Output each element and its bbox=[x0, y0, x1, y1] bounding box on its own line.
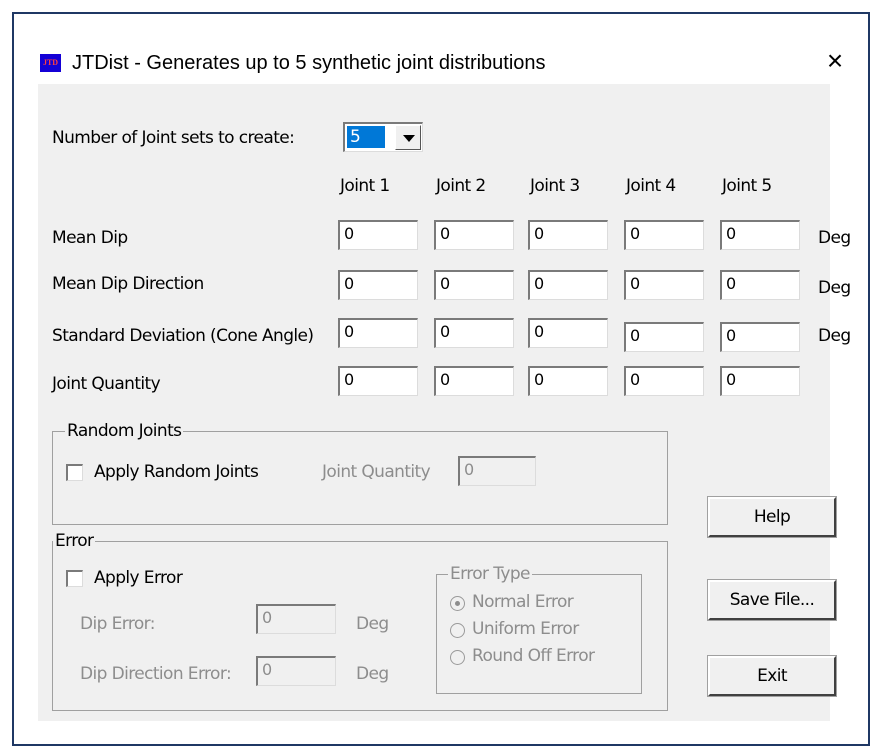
joint-sets-label: Number of Joint sets to create: bbox=[52, 128, 295, 148]
mean-dip-unit: Deg bbox=[818, 228, 851, 248]
mean-dip-label: Mean Dip bbox=[52, 228, 128, 248]
exit-button[interactable]: Exit bbox=[707, 655, 837, 697]
joint-sets-selected-value: 5 bbox=[347, 126, 385, 148]
joint-sets-select[interactable]: 5 bbox=[343, 122, 423, 152]
std-deviation-label: Standard Deviation (Cone Angle) bbox=[52, 326, 314, 346]
dip-direction-error-label: Dip Direction Error: bbox=[80, 664, 232, 684]
mean-dip-direction-joint-5-field[interactable]: 0 bbox=[720, 270, 800, 300]
mean-dip-joint-2-field[interactable]: 0 bbox=[434, 220, 514, 250]
mean-dip-direction-label: Mean Dip Direction bbox=[52, 274, 204, 294]
mean-dip-direction-joint-2-field[interactable]: 0 bbox=[434, 270, 514, 300]
close-button[interactable]: × bbox=[820, 46, 850, 76]
mean-dip-joint-1-field[interactable]: 0 bbox=[338, 220, 418, 250]
chevron-down-icon[interactable] bbox=[395, 125, 421, 150]
mean-dip-joint-4-field[interactable]: 0 bbox=[624, 220, 704, 250]
std-deviation-unit: Deg bbox=[818, 326, 851, 346]
mean-dip-direction-unit: Deg bbox=[818, 278, 851, 298]
random-joint-quantity-label: Joint Quantity bbox=[322, 462, 431, 482]
column-header-joint-3: Joint 3 bbox=[530, 176, 580, 196]
round-off-error-radio[interactable] bbox=[450, 650, 465, 665]
std-deviation-joint-2-field[interactable]: 0 bbox=[434, 318, 514, 348]
save-file-button[interactable]: Save File... bbox=[707, 579, 837, 621]
column-header-joint-2: Joint 2 bbox=[436, 176, 486, 196]
dialog-body: Number of Joint sets to create: 5 Joint … bbox=[38, 84, 851, 721]
column-header-joint-1: Joint 1 bbox=[340, 176, 390, 196]
error-group-title: Error bbox=[53, 531, 96, 551]
dip-error-field[interactable]: 0 bbox=[256, 604, 336, 634]
apply-error-label[interactable]: Apply Error bbox=[94, 568, 183, 588]
mean-dip-direction-joint-3-field[interactable]: 0 bbox=[528, 270, 608, 300]
help-button[interactable]: Help bbox=[707, 496, 837, 538]
dip-direction-error-unit: Deg bbox=[356, 664, 389, 684]
std-deviation-joint-5-field[interactable]: 0 bbox=[720, 322, 800, 352]
window-title: JTDist - Generates up to 5 synthetic joi… bbox=[72, 52, 546, 74]
dip-error-label: Dip Error: bbox=[80, 614, 155, 634]
dip-direction-error-field[interactable]: 0 bbox=[256, 656, 336, 686]
apply-random-joints-checkbox[interactable] bbox=[66, 464, 83, 481]
uniform-error-radio[interactable] bbox=[450, 623, 465, 638]
joint-quantity-label: Joint Quantity bbox=[52, 374, 161, 394]
jtdist-dialog: JTD JTDist - Generates up to 5 synthetic… bbox=[12, 12, 870, 746]
apply-random-joints-label[interactable]: Apply Random Joints bbox=[94, 462, 259, 482]
joint-quantity-joint-3-field[interactable]: 0 bbox=[528, 366, 608, 396]
error-type-group-title: Error Type bbox=[448, 564, 532, 584]
joint-quantity-joint-4-field[interactable]: 0 bbox=[624, 366, 704, 396]
column-header-joint-5: Joint 5 bbox=[722, 176, 772, 196]
mean-dip-direction-joint-4-field[interactable]: 0 bbox=[624, 270, 704, 300]
mean-dip-direction-joint-1-field[interactable]: 0 bbox=[338, 270, 418, 300]
mean-dip-joint-5-field[interactable]: 0 bbox=[720, 220, 800, 250]
normal-error-label[interactable]: Normal Error bbox=[472, 592, 574, 612]
mean-dip-joint-3-field[interactable]: 0 bbox=[528, 220, 608, 250]
apply-error-checkbox[interactable] bbox=[66, 570, 83, 587]
title-bar: JTD JTDist - Generates up to 5 synthetic… bbox=[14, 14, 868, 82]
uniform-error-label[interactable]: Uniform Error bbox=[472, 619, 579, 639]
std-deviation-joint-4-field[interactable]: 0 bbox=[624, 322, 704, 352]
joint-quantity-joint-2-field[interactable]: 0 bbox=[434, 366, 514, 396]
normal-error-radio[interactable] bbox=[450, 596, 465, 611]
std-deviation-joint-3-field[interactable]: 0 bbox=[528, 318, 608, 348]
round-off-error-label[interactable]: Round Off Error bbox=[472, 646, 595, 666]
app-icon: JTD bbox=[40, 54, 61, 72]
random-joints-group-title: Random Joints bbox=[65, 421, 184, 441]
std-deviation-joint-1-field[interactable]: 0 bbox=[338, 318, 418, 348]
joint-quantity-joint-1-field[interactable]: 0 bbox=[338, 366, 418, 396]
joint-quantity-joint-5-field[interactable]: 0 bbox=[720, 366, 800, 396]
random-joint-quantity-field[interactable]: 0 bbox=[458, 456, 536, 486]
column-header-joint-4: Joint 4 bbox=[626, 176, 676, 196]
dip-error-unit: Deg bbox=[356, 614, 389, 634]
